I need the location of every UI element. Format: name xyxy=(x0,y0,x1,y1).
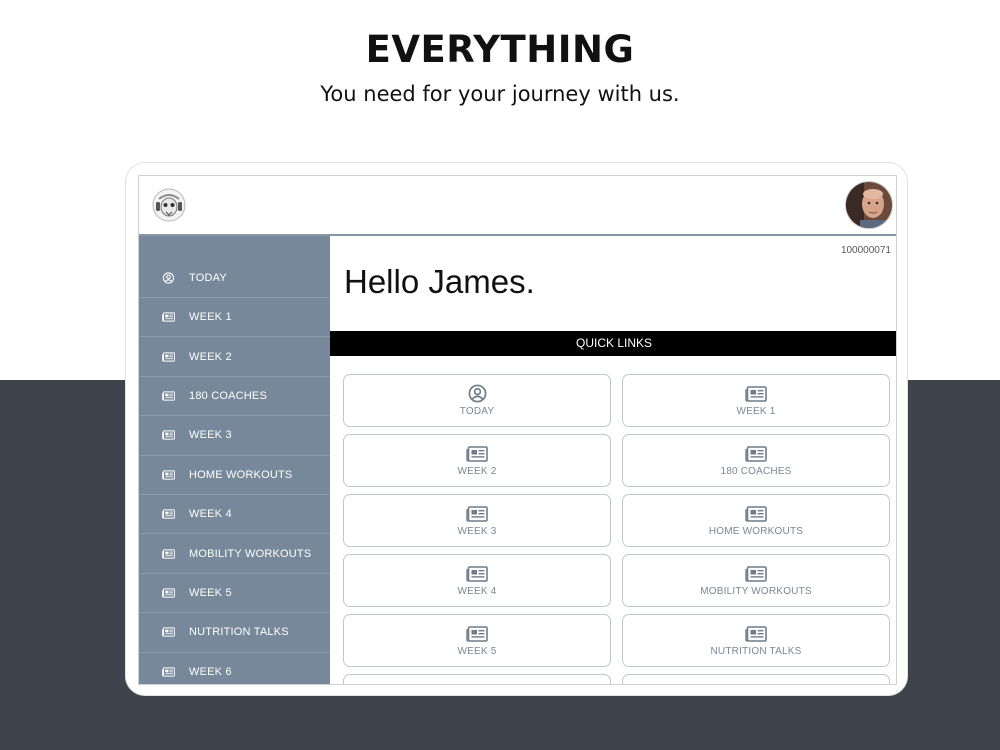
sidebar-item-label: NUTRITION TALKS xyxy=(189,626,289,639)
quick-link-label: WEEK 4 xyxy=(457,585,497,597)
sidebar-item-label: TODAY xyxy=(189,271,227,284)
newspaper-icon xyxy=(466,445,488,463)
sidebar-item-label: WEEK 6 xyxy=(189,665,232,678)
quick-link-week-4[interactable]: WEEK 4 xyxy=(343,554,611,607)
quick-link-week-1[interactable]: WEEK 1 xyxy=(622,374,890,427)
app-logo[interactable] xyxy=(151,187,187,223)
sidebar-item-mobility-workouts[interactable]: MOBILITY WORKOUTS xyxy=(139,534,330,574)
newspaper-icon xyxy=(161,389,175,403)
newspaper-icon xyxy=(745,445,767,463)
newspaper-icon xyxy=(745,505,767,523)
sidebar-item-week-4[interactable]: WEEK 4 xyxy=(139,495,330,535)
sidebar-item-label: WEEK 1 xyxy=(189,311,232,324)
quick-link-item[interactable] xyxy=(343,674,611,684)
newspaper-icon xyxy=(161,547,175,561)
quick-link-label: WEEK 3 xyxy=(457,525,497,537)
quick-link-item[interactable] xyxy=(622,674,890,684)
quick-link-label: MOBILITY WORKOUTS xyxy=(700,585,812,597)
sidebar-item-label: 180 COACHES xyxy=(189,389,268,402)
user-circle-icon xyxy=(466,384,488,403)
sidebar-item-label: WEEK 3 xyxy=(189,429,232,442)
hero-title: EVERYTHING xyxy=(365,28,635,71)
newspaper-icon xyxy=(745,385,767,403)
quick-link-week-3[interactable]: WEEK 3 xyxy=(343,494,611,547)
top-bar xyxy=(139,176,896,236)
sidebar-item-nutrition-talks[interactable]: NUTRITION TALKS xyxy=(139,613,330,653)
sidebar-item-label: WEEK 4 xyxy=(189,508,232,521)
newspaper-icon xyxy=(161,428,175,442)
newspaper-icon xyxy=(161,468,175,482)
quick-link-week-5[interactable]: WEEK 5 xyxy=(343,614,611,667)
quick-link-week-2[interactable]: WEEK 2 xyxy=(343,434,611,487)
quick-link-label: 180 COACHES xyxy=(720,465,792,477)
quick-link-today[interactable]: TODAY xyxy=(343,374,611,427)
main-content: 100000071 Hello James. QUICK LINKS TODAY… xyxy=(330,236,896,684)
sidebar-item-label: WEEK 2 xyxy=(189,350,232,363)
sidebar: TODAY WEEK 1 WEEK 2 180 COACHES WEEK 3 HOME W… xyxy=(139,236,330,684)
quick-link-nutrition-talks[interactable]: NUTRITION TALKS xyxy=(622,614,890,667)
newspaper-icon xyxy=(161,665,175,679)
user-circle-icon xyxy=(161,271,175,285)
quick-link-label: NUTRITION TALKS xyxy=(710,645,802,657)
sidebar-item-week-6[interactable]: WEEK 6 xyxy=(139,653,330,684)
quick-link-label: WEEK 5 xyxy=(457,645,497,657)
newspaper-icon xyxy=(466,505,488,523)
newspaper-icon xyxy=(161,350,175,364)
hero-subtitle: You need for your journey with us. xyxy=(320,82,680,106)
user-avatar[interactable] xyxy=(845,181,893,229)
sidebar-item-week-5[interactable]: WEEK 5 xyxy=(139,574,330,614)
quick-link-label: WEEK 1 xyxy=(736,405,776,417)
quick-link-label: WEEK 2 xyxy=(457,465,497,477)
newspaper-icon xyxy=(161,507,175,521)
sidebar-item-today[interactable]: TODAY xyxy=(139,236,330,298)
greeting-heading: Hello James. xyxy=(344,263,535,300)
newspaper-icon xyxy=(745,625,767,643)
user-id: 100000071 xyxy=(840,245,891,256)
newspaper-icon xyxy=(161,586,175,600)
newspaper-icon xyxy=(161,625,175,639)
sidebar-item-label: MOBILITY WORKOUTS xyxy=(189,547,312,560)
quick-link-180-coaches[interactable]: 180 COACHES xyxy=(622,434,890,487)
sidebar-item-180-coaches[interactable]: 180 COACHES xyxy=(139,377,330,417)
sidebar-item-label: WEEK 5 xyxy=(189,586,232,599)
sidebar-item-home-workouts[interactable]: HOME WORKOUTS xyxy=(139,456,330,495)
sidebar-item-week-3[interactable]: WEEK 3 xyxy=(139,416,330,456)
app-screen: TODAY WEEK 1 WEEK 2 180 COACHES WEEK 3 HOME W… xyxy=(138,175,897,685)
newspaper-icon xyxy=(161,310,175,324)
sidebar-item-week-2[interactable]: WEEK 2 xyxy=(139,337,330,377)
quick-link-label: TODAY xyxy=(459,405,495,417)
newspaper-icon xyxy=(745,565,767,583)
sidebar-item-week-1[interactable]: WEEK 1 xyxy=(139,298,330,338)
sidebar-item-label: HOME WORKOUTS xyxy=(189,468,293,481)
tablet-frame: TODAY WEEK 1 WEEK 2 180 COACHES WEEK 3 HOME W… xyxy=(125,162,908,696)
quick-link-label: HOME WORKOUTS xyxy=(708,525,804,537)
quick-link-mobility-workouts[interactable]: MOBILITY WORKOUTS xyxy=(622,554,890,607)
newspaper-icon xyxy=(466,625,488,643)
quick-links-header: QUICK LINKS xyxy=(330,331,896,356)
newspaper-icon xyxy=(466,565,488,583)
quick-link-home-workouts[interactable]: HOME WORKOUTS xyxy=(622,494,890,547)
